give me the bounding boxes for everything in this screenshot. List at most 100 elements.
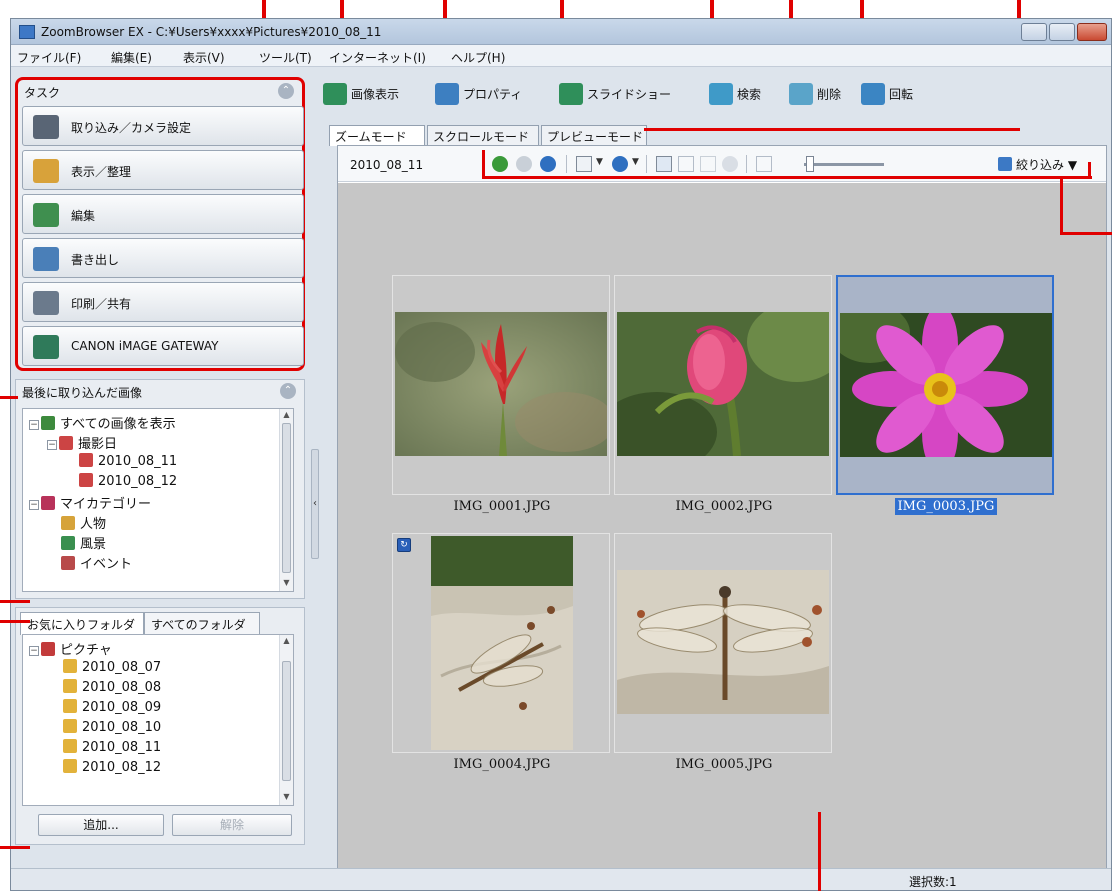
toolbar-button[interactable]: 回転 [861,83,913,111]
task-button-label: 書き出し [71,253,120,267]
fit-to-window-icon[interactable] [756,156,772,172]
tree-node[interactable]: − 撮影日 [47,433,117,453]
scroll-thumb[interactable] [282,423,291,573]
task-button[interactable]: 取り込み／カメラ設定 [22,106,304,146]
tree-node-label: 風景 [80,537,107,552]
tree-node[interactable]: イベント [47,553,132,573]
zoom-slider-thumb[interactable] [806,156,814,172]
toolbar-button[interactable]: 削除 [789,83,841,111]
toolbar-button[interactable]: 検索 [709,83,761,111]
dropdown-arrow-icon[interactable]: ▼ [596,157,603,167]
menu-edit[interactable]: 編集(E) [111,49,152,66]
collapse-node-icon[interactable]: − [29,420,39,430]
menu-file[interactable]: ファイル(F) [17,49,81,66]
tree-node[interactable]: 2010_08_11 [65,453,177,473]
tree-node-pictures[interactable]: − ピクチャ [29,639,112,659]
zoom-slider-track[interactable] [804,163,884,166]
folder-item[interactable]: 2010_08_09 [63,699,161,719]
tree-node-label: 2010_08_11 [98,454,178,469]
thumbnail-filename[interactable]: IMG_0001.JPG [392,499,612,514]
event-icon [61,556,75,570]
thumbnail-cell-selected[interactable] [836,275,1054,495]
info-icon[interactable] [612,156,628,172]
tab-all-folders[interactable]: すべてのフォルダ [144,612,260,634]
maximize-button[interactable] [1049,23,1075,41]
recent-images-panel: 最後に取り込んだ画像 ⌃ − すべての画像を表示 − 撮影日 2010_08_11 201… [15,379,305,599]
forward-icon[interactable] [516,156,532,172]
toolbar-button[interactable]: プロパティ [435,83,522,111]
thumbnail-filename[interactable]: IMG_0002.JPG [614,499,834,514]
folder-icon [63,759,77,773]
menu-view[interactable]: 表示(V) [183,49,225,66]
category-icon [41,496,55,510]
task-button[interactable]: 印刷／共有 [22,282,304,322]
vertical-scrollbar[interactable]: ▲ ▼ [279,635,293,805]
thumbnail-cell[interactable] [614,275,832,495]
folder-label: 2010_08_09 [82,700,162,715]
minimize-button[interactable] [1021,23,1047,41]
thumbnail-filename[interactable]: IMG_0004.JPG [392,757,612,772]
tree-node[interactable]: 風景 [47,533,106,553]
tab-favorite-folders[interactable]: お気に入りフォルダ [20,612,144,635]
callout-bracket [1060,232,1112,235]
tree-node[interactable]: − すべての画像を表示 [29,413,176,433]
tab-preview-mode[interactable]: プレビューモード [541,125,647,145]
filter-button[interactable]: 絞り込み ▼ [998,156,1077,173]
zoom-in-icon[interactable] [678,156,694,172]
display-settings-icon[interactable] [576,156,592,172]
task-button[interactable]: 編集 [22,194,304,234]
folder-item[interactable]: 2010_08_10 [63,719,161,739]
menu-tools[interactable]: ツール(T) [259,49,312,66]
menu-internet[interactable]: インターネット(I) [329,49,426,66]
add-folder-button[interactable]: 追加... [38,814,164,836]
thumbnail-cell[interactable]: ↻ [392,533,610,753]
dropdown-arrow-icon[interactable]: ▼ [632,157,639,167]
pane-splitter-handle[interactable]: ‹ [311,449,319,559]
callout-line [0,396,18,399]
back-icon[interactable] [492,156,508,172]
toolbar-button-label: スライドショー [587,87,672,102]
tree-node[interactable]: − マイカテゴリー [29,493,151,513]
zoom-out-icon[interactable] [700,156,716,172]
collapse-node-icon[interactable]: − [29,646,39,656]
thumbnail-cell[interactable] [614,533,832,753]
scroll-up-arrow[interactable]: ▲ [280,410,293,422]
scroll-down-arrow[interactable]: ▼ [280,792,293,804]
thumbnail-cell[interactable] [392,275,610,495]
folder-item[interactable]: 2010_08_11 [63,739,161,759]
folder-item[interactable]: 2010_08_08 [63,679,161,699]
task-button[interactable]: 表示／整理 [22,150,304,190]
folder-item[interactable]: 2010_08_07 [63,659,161,679]
import-camera-icon [33,115,59,139]
close-button[interactable] [1077,23,1107,41]
scroll-down-arrow[interactable]: ▼ [280,578,293,590]
callout-bracket [482,150,485,179]
callout-line [0,600,30,603]
up-folder-icon[interactable] [540,156,556,172]
toolbar-button[interactable]: 画像表示 [323,83,399,111]
toolbar-button[interactable]: スライドショー [559,83,671,111]
thumbnail-filename[interactable]: IMG_0005.JPG [614,757,834,772]
thumbnail-filename[interactable]: IMG_0003.JPG [836,498,1056,515]
vertical-scrollbar[interactable]: ▲ ▼ [279,409,293,591]
tab-zoom-mode[interactable]: ズームモード [329,125,425,146]
task-button[interactable]: CANON iMAGE GATEWAY [22,326,304,366]
tree-node[interactable]: 2010_08_12 [65,473,177,493]
select-pointer-icon[interactable] [656,156,672,172]
collapse-node-icon[interactable]: − [29,500,39,510]
window-title: ZoomBrowser EX - C:¥Users¥xxxx¥Pictures¥… [41,25,382,39]
collapse-icon[interactable]: ⌃ [278,83,294,99]
tab-scroll-mode[interactable]: スクロールモード [427,125,539,145]
collapse-icon[interactable]: ⌃ [280,383,296,399]
tree-node[interactable]: 人物 [47,513,106,533]
scroll-thumb[interactable] [282,661,291,781]
menu-help[interactable]: ヘルプ(H) [451,49,505,66]
toolbar-button-label: 検索 [737,87,762,102]
folder-item[interactable]: 2010_08_12 [63,759,161,779]
collapse-node-icon[interactable]: − [47,440,57,450]
remove-folder-button[interactable]: 解除 [172,814,292,836]
tree-node-label: すべての画像を表示 [60,417,176,432]
scroll-up-arrow[interactable]: ▲ [280,636,293,648]
zoom-reset-icon[interactable] [722,156,738,172]
task-button[interactable]: 書き出し [22,238,304,278]
